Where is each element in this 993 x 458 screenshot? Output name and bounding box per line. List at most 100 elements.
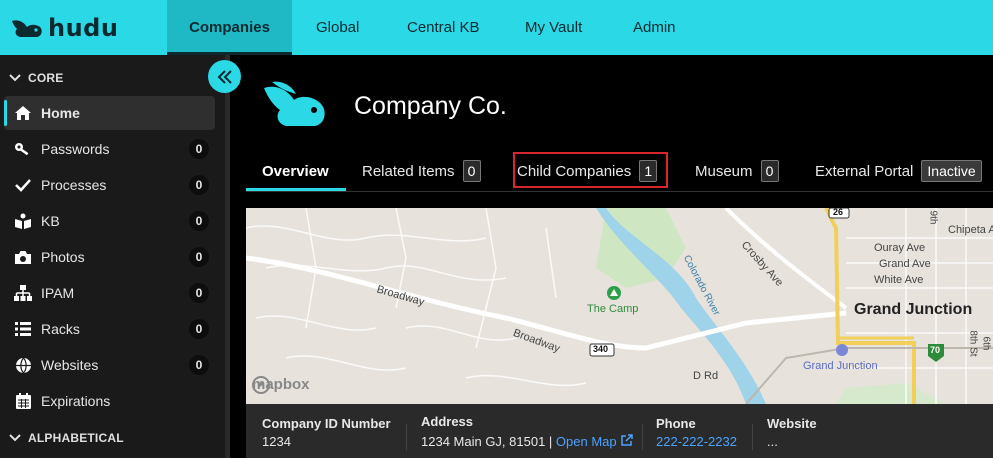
- server-rack-icon: [12, 321, 34, 337]
- map-route-26: 26: [833, 208, 844, 217]
- mapbox-attribution[interactable]: mapbox: [252, 376, 310, 394]
- home-icon: [12, 105, 34, 121]
- map-label-8th-st: 8th St: [967, 330, 979, 357]
- count-badge: 0: [760, 160, 779, 182]
- hudu-logo[interactable]: hudu: [10, 14, 118, 42]
- map-label-grand-ave: Grand Ave: [879, 258, 931, 270]
- count-badge: 0: [189, 175, 209, 195]
- top-navbar: hudu Companies Global Central KB My Vaul…: [0, 0, 993, 55]
- info-value[interactable]: ...: [767, 434, 817, 449]
- sidebar-item-photos[interactable]: Photos 0: [4, 240, 215, 274]
- sidebar-item-expirations[interactable]: Expirations: [4, 384, 215, 418]
- sidebar-item-label: IPAM: [41, 285, 75, 301]
- info-website: Website ...: [767, 416, 817, 449]
- nav-global[interactable]: Global: [316, 0, 359, 55]
- sidebar-item-kb[interactable]: KB 0: [4, 204, 215, 238]
- sidebar-item-passwords[interactable]: Passwords 0: [4, 132, 215, 166]
- calendar-icon: [12, 393, 34, 409]
- divider: [752, 424, 753, 450]
- sidebar-item-processes[interactable]: Processes 0: [4, 168, 215, 202]
- count-badge: 0: [189, 211, 209, 231]
- info-label: Address: [421, 414, 474, 429]
- globe-icon: [12, 357, 34, 374]
- tab-label: Overview: [262, 162, 329, 180]
- section-alphabetical-toggle[interactable]: ALPHABETICAL: [8, 428, 124, 448]
- tab-label: External Portal: [815, 162, 914, 180]
- address-text: 1234 Main GJ, 81501 |: [421, 434, 553, 449]
- map-label-ouray-ave: Ouray Ave: [874, 242, 926, 254]
- tab-related-items[interactable]: Related Items 0: [362, 152, 481, 190]
- tab-overview[interactable]: Overview: [262, 152, 329, 190]
- sidebar-item-label: Expirations: [41, 393, 111, 409]
- road-crosby: [724, 208, 848, 310]
- map-label-chipeta-ave: Chipeta Ave: [948, 224, 993, 236]
- sidebar-item-racks[interactable]: Racks 0: [4, 312, 215, 346]
- sidebar-item-label: Processes: [41, 177, 107, 193]
- camera-icon: [12, 250, 34, 265]
- external-link-icon: [620, 434, 633, 446]
- map-label-station: Grand Junction: [803, 360, 878, 372]
- tab-label: Museum: [695, 162, 753, 180]
- park-area: [836, 383, 946, 404]
- map-route-70: 70: [930, 345, 941, 355]
- info-company-id: Company ID Number 1234: [262, 416, 391, 449]
- status-badge: Inactive: [921, 160, 982, 182]
- highlight-annotation: [513, 152, 668, 188]
- map-label-6th: 6th: [980, 336, 992, 351]
- info-label: Website: [767, 416, 817, 431]
- divider: [642, 424, 643, 450]
- map-route-340: 340: [593, 344, 609, 354]
- company-info-bar: Company ID Number 1234 Address 1234 Main…: [246, 404, 993, 458]
- count-badge: 0: [189, 355, 209, 375]
- collapse-sidebar-button[interactable]: [208, 60, 241, 93]
- network-icon: [12, 285, 34, 301]
- count-badge: 0: [189, 319, 209, 339]
- map-label-d-rd: D Rd: [693, 370, 719, 382]
- section-core-label: CORE: [28, 71, 64, 85]
- nav-central-kb[interactable]: Central KB: [407, 0, 480, 55]
- info-phone: Phone 222-222-2232: [656, 416, 737, 449]
- tab-external-portal[interactable]: External Portal Inactive: [815, 152, 982, 190]
- location-map[interactable]: Broadway Broadway The Camp Colorado Rive…: [246, 208, 993, 404]
- logo-text: hudu: [48, 14, 119, 42]
- tab-museum[interactable]: Museum 0: [695, 152, 779, 190]
- check-icon: [12, 178, 34, 192]
- info-label: Phone: [656, 416, 696, 431]
- company-name: Company Co.: [354, 92, 507, 120]
- open-map-link[interactable]: Open Map: [556, 434, 633, 449]
- info-value: 222-222-2232: [656, 434, 737, 449]
- sidebar-divider: [225, 55, 230, 458]
- double-chevron-left-icon: [217, 69, 232, 84]
- phone-link[interactable]: 222-222-2232: [656, 434, 737, 449]
- sidebar-item-home[interactable]: Home: [4, 96, 215, 130]
- sidebar-item-websites[interactable]: Websites 0: [4, 348, 215, 382]
- nav-admin[interactable]: Admin: [633, 0, 676, 55]
- nav-companies[interactable]: Companies: [167, 0, 292, 55]
- count-badge: 0: [189, 139, 209, 159]
- sidebar-item-label: Photos: [41, 249, 85, 265]
- info-address: Address 1234 Main GJ, 81501 | Open Map: [421, 414, 633, 449]
- mapbox-logo-icon: [252, 376, 270, 394]
- divider: [406, 424, 407, 450]
- sidebar-item-label: KB: [41, 213, 60, 229]
- chevron-down-icon: [9, 74, 21, 82]
- sidebar-item-label: Websites: [41, 357, 99, 373]
- count-badge: 0: [462, 160, 481, 182]
- key-icon: [12, 141, 34, 157]
- rabbit-logo-icon: [264, 81, 325, 126]
- nav-my-vault[interactable]: My Vault: [525, 0, 582, 55]
- station-pin: [836, 344, 848, 356]
- count-badge: 0: [189, 283, 209, 303]
- info-value: 1234: [262, 434, 291, 449]
- map-label-9th: 9th: [927, 210, 939, 225]
- road-broadway: [246, 255, 847, 351]
- tab-label: Related Items: [362, 162, 455, 180]
- chevron-down-icon: [9, 434, 21, 442]
- sidebar-item-ipam[interactable]: IPAM 0: [4, 276, 215, 310]
- hudu-rabbit-icon: [12, 20, 42, 37]
- active-tab-indicator: [246, 188, 346, 191]
- company-logo: [262, 80, 332, 137]
- section-core-toggle[interactable]: CORE: [8, 68, 63, 88]
- map-label-the-camp: The Camp: [587, 303, 639, 315]
- count-badge: 0: [189, 247, 209, 267]
